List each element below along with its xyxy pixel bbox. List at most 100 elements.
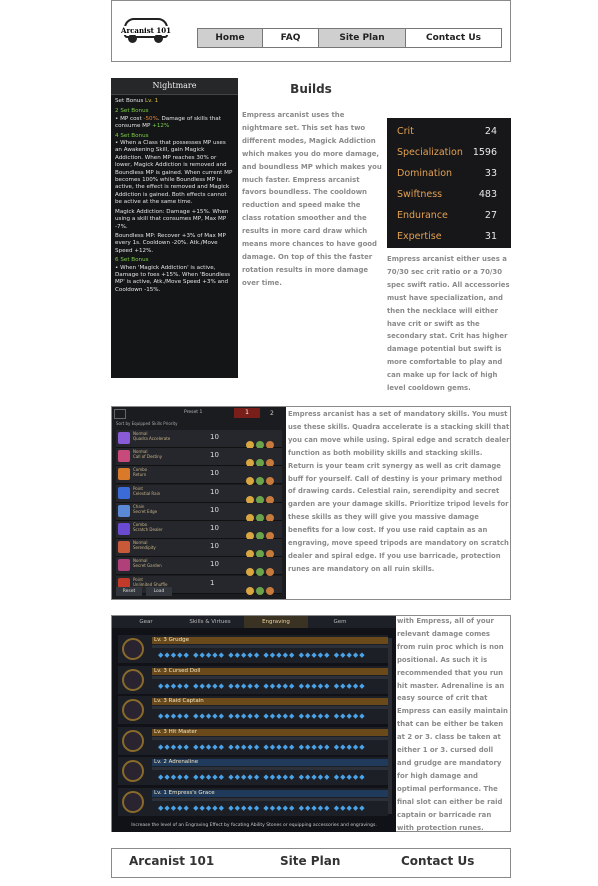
scrollbar[interactable] (388, 638, 392, 814)
set-bonus-level: Lv. 1 (145, 98, 159, 104)
tripod-icons[interactable] (246, 525, 280, 540)
skills-paragraph: Empress arcanist has a set of mandatory … (288, 410, 510, 573)
engraving-emblem-icon (122, 699, 144, 721)
skill-preset-panel: Preset 1 1 2 Sort by Equipped Skills Pri… (112, 407, 286, 599)
stats-paragraph: Empress arcanist either uses a 70/30 sec… (387, 255, 510, 393)
tripod-icons[interactable] (246, 507, 280, 522)
skill-name: Combo Scratch Dealer (133, 522, 163, 532)
skill-name: Chain Secret Edge (133, 503, 158, 514)
nav-contact-us[interactable]: Contact Us (405, 28, 502, 48)
tripod-icons[interactable] (246, 434, 280, 449)
engraving-node-icons: ◆◆◆◆◆ ◆◆◆◆◆ ◆◆◆◆◆ ◆◆◆◆◆ ◆◆◆◆◆ ◆◆◆◆◆ (158, 651, 366, 659)
engraving-row: Lv. 3 Hit Master ◆◆◆◆◆ ◆◆◆◆◆ ◆◆◆◆◆ ◆◆◆◆◆ … (118, 726, 388, 755)
skill-name: Point Unlimited Shuffle (133, 576, 168, 587)
site-logo[interactable]: Arcanist 101 (118, 14, 174, 46)
four-set-text-2: Magick Addiction: Damage +15%. When usin… (115, 208, 229, 230)
skill-icon (118, 504, 130, 517)
skill-name: Normal Quadra Accelerate (133, 431, 171, 441)
skill-row[interactable]: Point Celestial Rain 10 (116, 484, 282, 504)
tab-engraving[interactable]: Engraving (244, 616, 308, 628)
engraving-title: Lv. 3 Hit Master (152, 728, 388, 736)
skill-level: 10 (210, 451, 219, 460)
skill-level: 10 (210, 433, 219, 441)
skill-level: 10 (210, 524, 219, 532)
tab-gear[interactable]: Gear (116, 616, 176, 628)
engravings-paragraph: with Empress, all of your relevant damag… (397, 617, 508, 832)
skill-name: Normal Serendipity (133, 540, 156, 551)
sort-label[interactable]: Sort by Equipped Skills Priority (116, 421, 178, 426)
skill-row[interactable]: Combo Return 10 (116, 466, 282, 486)
engraving-bar (152, 645, 388, 648)
engraving-node-icons: ◆◆◆◆◆ ◆◆◆◆◆ ◆◆◆◆◆ ◆◆◆◆◆ ◆◆◆◆◆ ◆◆◆◆◆ (158, 803, 366, 812)
engraving-bar (152, 675, 388, 679)
skill-icon (118, 450, 130, 463)
nightmare-title: Nightmare (111, 78, 238, 95)
engraving-row: Lv. 2 Adrenaline ◆◆◆◆◆ ◆◆◆◆◆ ◆◆◆◆◆ ◆◆◆◆◆ … (118, 757, 388, 785)
skill-level: 1 (210, 578, 215, 587)
skill-icon (118, 486, 130, 499)
main-nav: Home FAQ Site Plan Contact Us (197, 28, 503, 48)
engraving-emblem-icon (122, 668, 144, 691)
load-button[interactable]: Load (146, 587, 172, 596)
preset-label: Preset 1 (184, 410, 203, 415)
engraving-node-icons: ◆◆◆◆◆ ◆◆◆◆◆ ◆◆◆◆◆ ◆◆◆◆◆ ◆◆◆◆◆ ◆◆◆◆◆ (158, 681, 366, 690)
stat-row-domination: Domination 33 (397, 168, 497, 179)
reset-button[interactable]: Reset (116, 587, 142, 596)
nightmare-set-tooltip: Nightmare Set Bonus Lv. 1 2 Set Bonus • … (111, 78, 238, 378)
engraving-node-icons: ◆◆◆◆◆ ◆◆◆◆◆ ◆◆◆◆◆ ◆◆◆◆◆ ◆◆◆◆◆ ◆◆◆◆◆ (158, 773, 366, 781)
footer-contact[interactable]: Contact Us (401, 854, 474, 868)
stat-row-crit: Crit 24 (397, 126, 497, 137)
skill-row[interactable]: Normal Secret Garden 10 (116, 557, 282, 577)
six-set-text: • When 'Magick Addiction' is active, Dam… (115, 264, 231, 293)
stat-row-swiftness: Swiftness 483 (397, 189, 497, 200)
preset-2-button[interactable]: 2 (270, 410, 274, 417)
six-set-header: 6 Set Bonus (115, 257, 149, 264)
engraving-panel: Gear Skills & Virtues Engraving Gem Lv. … (112, 616, 396, 832)
tripod-icons[interactable] (246, 489, 280, 504)
engraving-title: Lv. 3 Grudge (152, 637, 388, 644)
engraving-bar (152, 797, 388, 801)
tripod-icons[interactable] (246, 561, 280, 577)
preset-1-button[interactable]: 1 (234, 408, 260, 418)
nav-faq[interactable]: FAQ (262, 28, 319, 48)
engraving-bar (152, 706, 388, 709)
engraving-bar (152, 736, 388, 740)
logo-text: Arcanist 101 (118, 26, 174, 35)
tab-gem[interactable]: Gem (310, 616, 370, 628)
engraving-title: Lv. 3 Cursed Doll (152, 667, 388, 675)
nav-home[interactable]: Home (197, 28, 263, 48)
engraving-title: Lv. 1 Empress's Grace (152, 789, 388, 797)
footer-brand[interactable]: Arcanist 101 (129, 854, 214, 868)
tripod-icons[interactable] (246, 470, 280, 486)
stat-row-expertise: Expertise 31 (397, 231, 497, 242)
skill-row[interactable]: Normal Serendipity 10 (116, 539, 282, 559)
engraving-row: Lv. 1 Empress's Grace ◆◆◆◆◆ ◆◆◆◆◆ ◆◆◆◆◆ ◆… (118, 787, 388, 816)
engraving-row: Lv. 3 Grudge ◆◆◆◆◆ ◆◆◆◆◆ ◆◆◆◆◆ ◆◆◆◆◆ ◆◆◆◆… (118, 635, 388, 663)
engraving-tabs: Gear Skills & Virtues Engraving Gem (112, 616, 396, 628)
skill-row[interactable]: Normal Call of Destiny 10 (116, 448, 282, 468)
engraving-emblem-icon (122, 638, 144, 660)
engraving-title: Lv. 3 Raid Captain (152, 698, 388, 705)
skill-row[interactable]: Chain Secret Edge 10 (116, 502, 282, 522)
engraving-row: Lv. 3 Cursed Doll ◆◆◆◆◆ ◆◆◆◆◆ ◆◆◆◆◆ ◆◆◆◆◆… (118, 665, 388, 694)
skill-icon (118, 432, 130, 444)
four-set-text: • When a Class that possesses MP uses an… (115, 140, 233, 206)
wheel-icon (154, 34, 163, 43)
skill-icon (118, 468, 130, 481)
engraving-node-icons: ◆◆◆◆◆ ◆◆◆◆◆ ◆◆◆◆◆ ◆◆◆◆◆ ◆◆◆◆◆ ◆◆◆◆◆ (158, 712, 366, 720)
edit-icon[interactable] (114, 409, 126, 419)
skill-level: 10 (210, 487, 219, 496)
engraving-emblem-icon (122, 760, 144, 782)
nav-site-plan[interactable]: Site Plan (318, 28, 406, 48)
skill-row[interactable]: Combo Scratch Dealer 10 (116, 521, 282, 540)
tripod-icons[interactable] (246, 580, 280, 595)
builds-heading: Builds (290, 82, 332, 96)
skill-row[interactable]: Normal Quadra Accelerate 10 (116, 430, 282, 449)
engraving-row: Lv. 3 Raid Captain ◆◆◆◆◆ ◆◆◆◆◆ ◆◆◆◆◆ ◆◆◆◆… (118, 696, 388, 724)
footer-site-plan[interactable]: Site Plan (280, 854, 340, 868)
tab-skills-virtues[interactable]: Skills & Virtues (178, 616, 242, 628)
skill-level: 10 (210, 469, 219, 478)
tripod-icons[interactable] (246, 452, 280, 468)
skill-level: 10 (210, 560, 219, 569)
tripod-icons[interactable] (246, 543, 280, 559)
